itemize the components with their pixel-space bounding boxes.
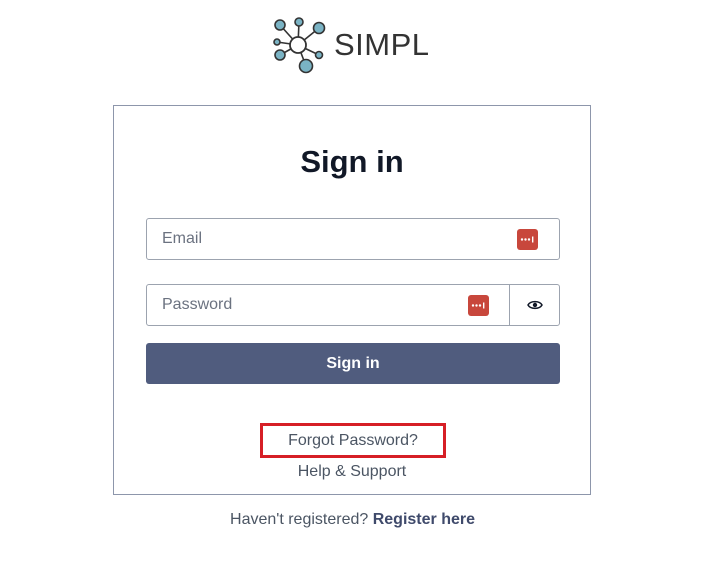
- register-link[interactable]: Register here: [373, 511, 475, 528]
- password-field-container: [146, 284, 510, 326]
- brand-name: SIMPL: [334, 27, 430, 62]
- network-nodes-icon: [273, 17, 326, 74]
- signin-card: Sign in Sign in For: [113, 105, 591, 495]
- password-manager-icon[interactable]: [468, 295, 489, 316]
- password-manager-icon[interactable]: [517, 229, 538, 250]
- eye-icon: [526, 300, 543, 310]
- brand-logo: SIMPL: [271, 16, 441, 74]
- email-field[interactable]: [162, 219, 492, 259]
- register-prompt: Haven't registered? Register here: [0, 510, 705, 530]
- signin-button[interactable]: Sign in: [146, 343, 560, 384]
- forgot-password-link[interactable]: Forgot Password?: [260, 423, 446, 458]
- password-field[interactable]: [162, 285, 492, 325]
- register-prompt-text: Haven't registered?: [230, 511, 369, 528]
- help-support-link[interactable]: Help & Support: [114, 462, 590, 482]
- page-title: Sign in: [300, 144, 404, 179]
- show-password-button[interactable]: [509, 284, 560, 326]
- email-field-container: [146, 218, 560, 260]
